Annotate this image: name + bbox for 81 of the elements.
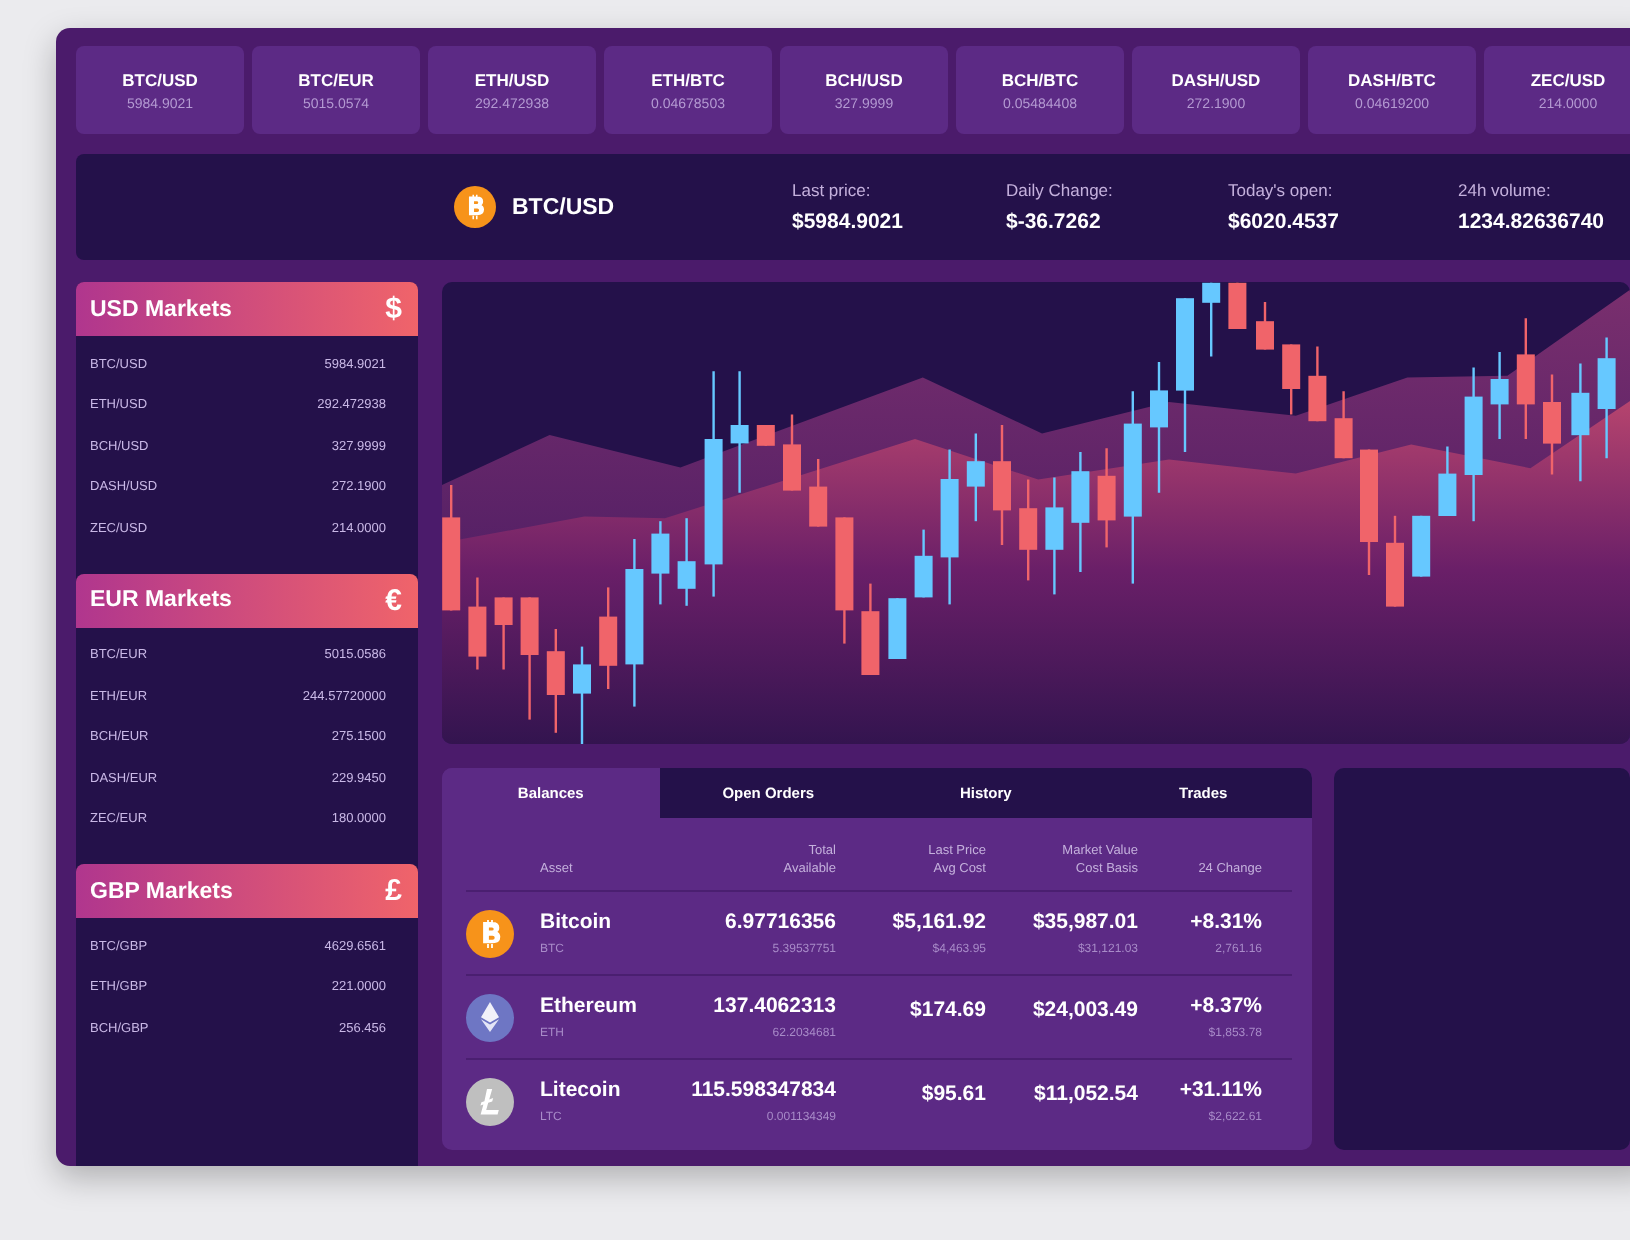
stat-label: Today's open:	[1228, 180, 1335, 200]
currency-symbol: €	[385, 583, 402, 617]
stat-label: Daily Change:	[1006, 180, 1115, 200]
pair-title: BTC/USD	[512, 195, 617, 219]
table-cell: +8.31%	[1190, 910, 1262, 934]
litecoin-icon	[466, 1077, 514, 1125]
candlestick	[1543, 374, 1561, 475]
table-cell: +8.37%	[1190, 994, 1262, 1018]
candlestick	[1597, 337, 1616, 459]
bitcoin-icon	[466, 909, 514, 957]
candlestick	[546, 629, 565, 733]
ticker-pair: BCH/BTC	[1001, 69, 1079, 89]
candlestick	[1516, 318, 1535, 439]
table-cell: 115.598347834	[691, 1078, 836, 1102]
candlestick	[651, 521, 670, 605]
table-cell: $174.69	[910, 998, 986, 1022]
candlestick	[835, 517, 854, 644]
stat-value: $5984.9021	[792, 210, 905, 234]
candlestick	[783, 414, 801, 491]
candlestick	[677, 518, 696, 606]
table-cell: $95.61	[921, 1082, 986, 1106]
candlestick	[520, 597, 539, 720]
candlestick	[1412, 515, 1431, 577]
ethereum-icon	[466, 993, 514, 1041]
candlestick	[993, 425, 1011, 545]
currency-symbol: $	[385, 292, 402, 326]
candlestick	[1019, 479, 1038, 581]
candlestick	[1202, 282, 1221, 357]
ticker-pair: ZEC/USD	[1530, 69, 1606, 89]
table-cell: 137.4062313	[713, 994, 836, 1018]
candlestick	[1360, 449, 1378, 575]
candlestick	[1150, 362, 1168, 493]
candlestick	[1045, 477, 1064, 595]
asset-name: Litecoin	[540, 1078, 621, 1102]
bitcoin-icon	[454, 186, 496, 228]
candlestick	[1438, 446, 1457, 516]
table-cell: $5,161.92	[892, 910, 986, 934]
candlestick	[1282, 344, 1301, 415]
table-cell: $11,052.54	[1034, 1082, 1138, 1106]
ticker-pair: BCH/USD	[825, 69, 903, 89]
candlestick	[914, 529, 933, 598]
table-cell: +31.11%	[1179, 1078, 1262, 1102]
ticker-pair: ETH/BTC	[651, 69, 725, 89]
table-cell: 6.97716356	[725, 910, 836, 934]
table-cell: $24,003.49	[1032, 998, 1138, 1022]
candlestick	[599, 587, 618, 689]
asset-name: Bitcoin	[540, 910, 612, 934]
candlestick	[1097, 448, 1116, 548]
ticker-pair: DASH/USD	[1171, 69, 1261, 89]
ticker-pair: BTC/USD	[122, 69, 198, 89]
currency-symbol: £	[385, 874, 402, 908]
stat-value: 1234.82636740	[1458, 210, 1606, 234]
candlestick	[573, 646, 591, 744]
candlestick	[888, 598, 907, 659]
candlestick	[1256, 302, 1274, 350]
candlestick	[1071, 452, 1090, 572]
market-title: USD Markets	[90, 297, 232, 321]
candlestick	[1308, 346, 1327, 422]
market-title: EUR Markets	[90, 588, 232, 612]
ticker-pair: DASH/BTC	[1348, 69, 1436, 89]
candlestick	[1571, 363, 1590, 482]
stat-label: Last price:	[792, 180, 873, 200]
ticker-pair: BTC/EUR	[298, 69, 374, 89]
candlestick	[809, 459, 828, 527]
table-cell: $35,987.01	[1032, 910, 1138, 934]
candlestick	[494, 597, 513, 670]
stat-value: $6020.4537	[1228, 210, 1341, 234]
stat-label: 24h volume:	[1458, 180, 1553, 200]
candlestick	[468, 577, 487, 670]
ticker-pair: ETH/USD	[474, 69, 550, 89]
candlestick	[1386, 515, 1404, 607]
market-title: GBP Markets	[90, 879, 233, 903]
asset-name: Ethereum	[540, 994, 637, 1018]
candlestick	[861, 583, 880, 675]
candlestick	[1490, 352, 1509, 439]
candlestick	[1228, 282, 1247, 329]
stat-value: $-36.7262	[1006, 210, 1103, 234]
candlestick	[730, 371, 749, 493]
candlestick	[442, 485, 461, 611]
candlestick	[1334, 391, 1353, 459]
candlestick	[966, 433, 985, 522]
